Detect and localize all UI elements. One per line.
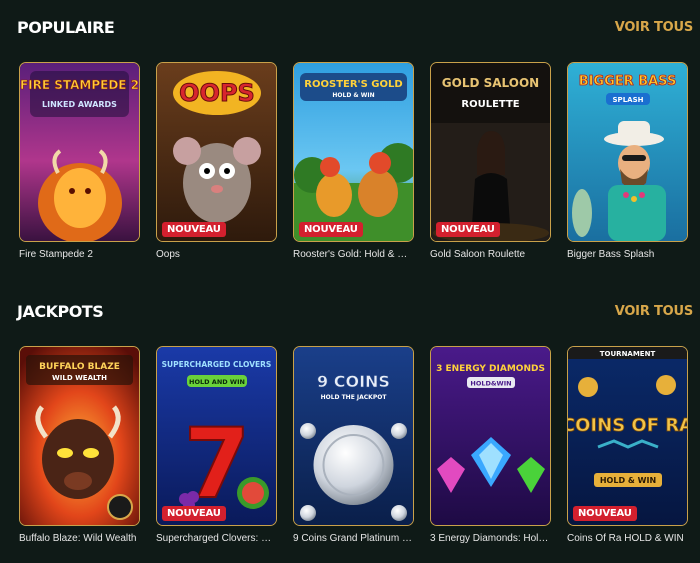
game-name: Rooster's Gold: Hold & Win [293, 249, 414, 260]
art-title: BIGGER BASS [579, 74, 677, 89]
art-title: OOPS [179, 79, 255, 107]
game-thumbnail[interactable]: SUPERCHARGED CLOVERS HOLD AND WIN 7 NOUV… [156, 346, 277, 526]
game-name: Fire Stampede 2 [19, 249, 93, 260]
game-card-gold-saloon-roulette[interactable]: GOLD SALOON ROULETTE NOUVEAU Gold Saloon… [430, 62, 551, 260]
game-name: 9 Coins Grand Platinum Editi... [293, 533, 414, 544]
game-art: BIGGER BASS SPLASH [568, 63, 687, 241]
game-card-buffalo-blaze[interactable]: BUFFALO BLAZE WILD WEALTH Buffalo Blaze:… [19, 346, 140, 544]
game-card-fire-stampede-2[interactable]: FIRE STAMPEDE 2 LINKED AWARDS Fire Stamp… [19, 62, 140, 260]
art-subtitle: HOLD AND WIN [189, 378, 245, 386]
art-subtitle: SPLASH [613, 96, 644, 104]
section-title-popular: POPULAIRE [17, 18, 115, 37]
game-art: 3 ENERGY DIAMONDS HOLD&WIN [431, 347, 550, 525]
art-title: GOLD SALOON [442, 76, 539, 90]
game-card-oops[interactable]: OOPS NOUVEAU Oops [156, 62, 277, 260]
art-title: ROOSTER'S GOLD [304, 79, 402, 90]
game-art: OOPS [157, 63, 276, 241]
popular-carousel: FIRE STAMPEDE 2 LINKED AWARDS Fire Stamp… [19, 62, 699, 272]
art-title: 9 COINS [317, 372, 390, 391]
game-thumbnail[interactable]: 3 ENERGY DIAMONDS HOLD&WIN [430, 346, 551, 526]
game-thumbnail[interactable]: TOURNAMENT COINS OF RA HOLD & WIN NOUVEA… [567, 346, 688, 526]
game-card-roosters-gold[interactable]: ROOSTER'S GOLD HOLD & WIN NOUVEAU Rooste… [293, 62, 414, 260]
game-name: Gold Saloon Roulette [430, 249, 526, 260]
art-title: SUPERCHARGED CLOVERS [162, 360, 272, 369]
see-all-jackpots-link[interactable]: VOIR TOUS [615, 304, 693, 319]
game-art: 9 COINS HOLD THE JACKPOT [294, 347, 413, 525]
art-subtitle: HOLD THE JACKPOT [321, 394, 388, 401]
section-title-jackpots: JACKPOTS [17, 302, 104, 321]
game-thumbnail[interactable]: BUFFALO BLAZE WILD WEALTH [19, 346, 140, 526]
game-art: SUPERCHARGED CLOVERS HOLD AND WIN 7 [157, 347, 276, 525]
art-subtitle: WILD WEALTH [52, 374, 107, 382]
jackpots-carousel: BUFFALO BLAZE WILD WEALTH Buffalo Blaze:… [19, 346, 699, 556]
game-name: Oops [156, 249, 180, 260]
game-thumbnail[interactable]: GOLD SALOON ROULETTE NOUVEAU [430, 62, 551, 242]
art-subtitle: LINKED AWARDS [42, 100, 117, 109]
art-title: FIRE STAMPEDE 2 [20, 78, 139, 92]
see-all-popular-link[interactable]: VOIR TOUS [615, 20, 693, 35]
game-card-coins-of-ra[interactable]: TOURNAMENT COINS OF RA HOLD & WIN NOUVEA… [567, 346, 688, 544]
new-badge: NOUVEAU [162, 506, 226, 521]
game-card-3-energy-diamonds[interactable]: 3 ENERGY DIAMONDS HOLD&WIN 3 Energy Diam… [430, 346, 551, 544]
game-art: ROOSTER'S GOLD HOLD & WIN [294, 63, 413, 241]
game-thumbnail[interactable]: FIRE STAMPEDE 2 LINKED AWARDS [19, 62, 140, 242]
game-thumbnail[interactable]: ROOSTER'S GOLD HOLD & WIN NOUVEAU [293, 62, 414, 242]
game-name: 3 Energy Diamonds: Hold & ... [430, 533, 551, 544]
game-name: Bigger Bass Splash [567, 249, 655, 260]
art-subtitle: HOLD&WIN [470, 380, 511, 388]
new-badge: NOUVEAU [573, 506, 637, 521]
art-title: 3 ENERGY DIAMONDS [436, 364, 545, 374]
game-name: Supercharged Clovers: Hold a... [156, 533, 277, 544]
art-subtitle: ROULETTE [461, 99, 519, 110]
game-card-9-coins[interactable]: 9 COINS HOLD THE JACKPOT 9 Coins Grand P… [293, 346, 414, 544]
new-badge: NOUVEAU [162, 222, 226, 237]
game-art: GOLD SALOON ROULETTE [431, 63, 550, 241]
art-subtitle: HOLD & WIN [332, 92, 374, 99]
art-subtitle: HOLD & WIN [600, 476, 656, 485]
game-thumbnail[interactable]: 9 COINS HOLD THE JACKPOT [293, 346, 414, 526]
new-badge: NOUVEAU [436, 222, 500, 237]
game-name: Coins Of Ra HOLD & WIN [567, 533, 684, 544]
art-title: COINS OF RA [568, 415, 687, 436]
game-art: BUFFALO BLAZE WILD WEALTH [20, 347, 139, 525]
game-thumbnail[interactable]: BIGGER BASS SPLASH [567, 62, 688, 242]
game-art: FIRE STAMPEDE 2 LINKED AWARDS [20, 63, 139, 241]
new-badge: NOUVEAU [299, 222, 363, 237]
game-card-supercharged-clovers[interactable]: SUPERCHARGED CLOVERS HOLD AND WIN 7 NOUV… [156, 346, 277, 544]
game-card-bigger-bass-splash[interactable]: BIGGER BASS SPLASH Bigger Bass Splash [567, 62, 688, 260]
game-name: Buffalo Blaze: Wild Wealth [19, 533, 137, 544]
art-top-label: TOURNAMENT [600, 350, 656, 358]
game-art: TOURNAMENT COINS OF RA HOLD & WIN [568, 347, 687, 525]
art-title: BUFFALO BLAZE [39, 362, 120, 372]
game-thumbnail[interactable]: OOPS NOUVEAU [156, 62, 277, 242]
